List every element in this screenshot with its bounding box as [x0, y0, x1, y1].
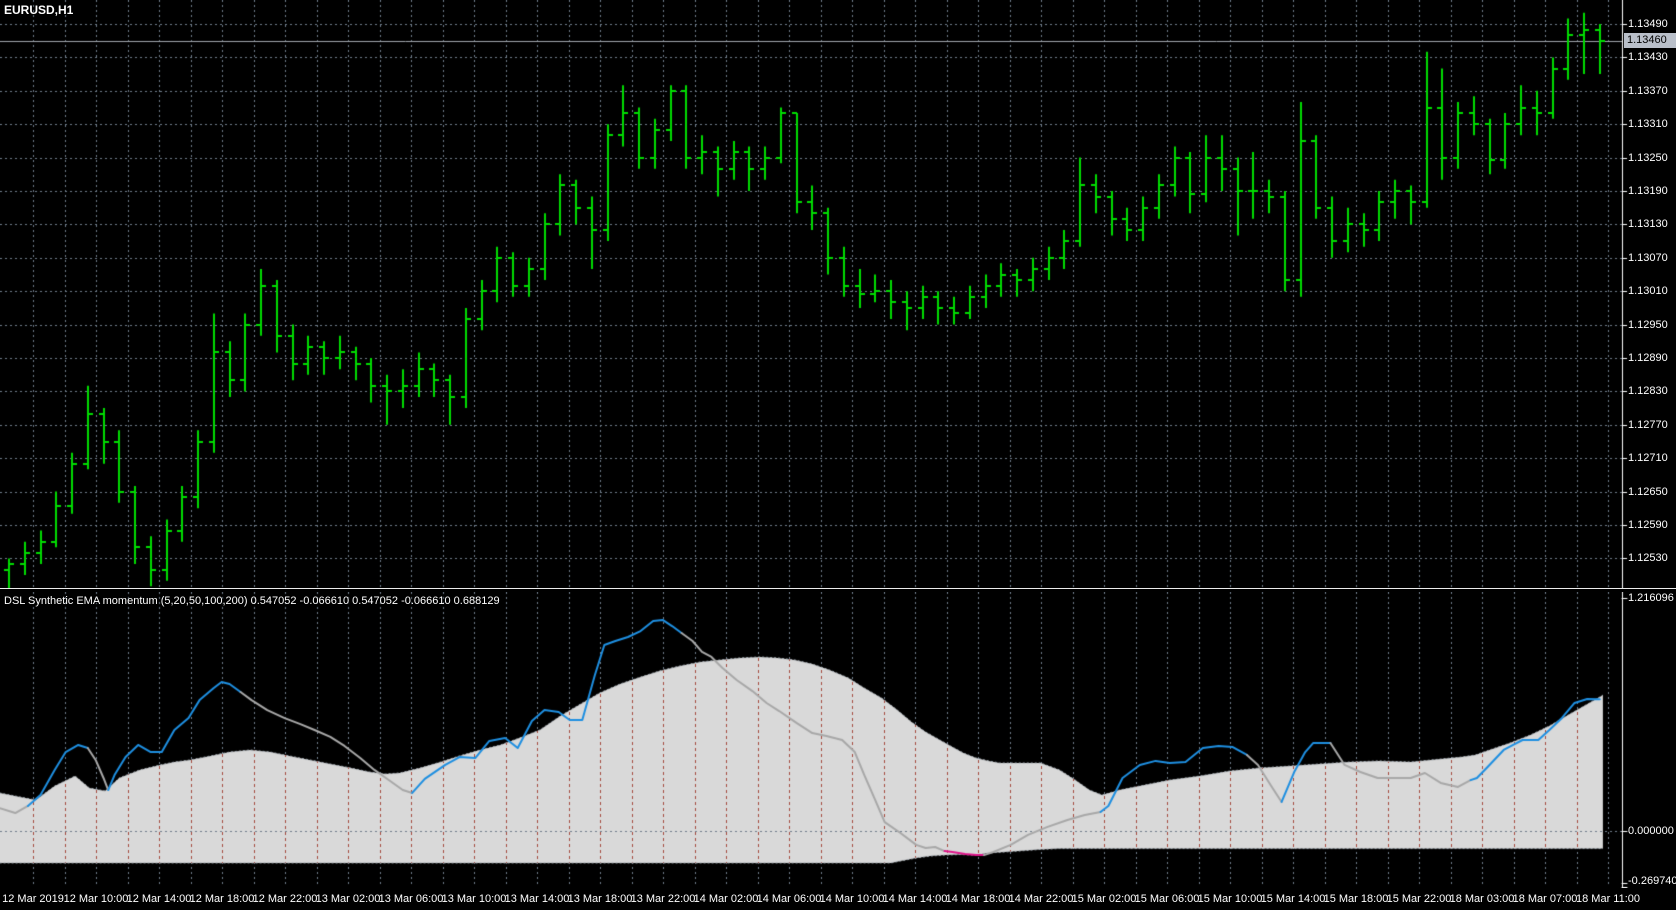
price-axis-label: 1.13070 [1628, 251, 1668, 264]
price-axis-label: 1.12950 [1628, 318, 1668, 331]
time-axis-label: 12 Mar 14:00 [126, 893, 192, 905]
price-axis-label: 1.13130 [1628, 218, 1668, 231]
price-axis-label: 1.13190 [1628, 185, 1668, 197]
time-axis-label: 15 Mar 10:00 [1197, 893, 1263, 905]
time-axis-label: 14 Mar 14:00 [882, 893, 948, 905]
symbol-period-title: EURUSD,H1 [4, 3, 74, 17]
price-axis-label: 1.12530 [1628, 552, 1668, 565]
time-axis-label: 12 Mar 18:00 [189, 893, 255, 905]
price-axis-label: 1.13490 [1628, 18, 1668, 30]
time-axis-label: 15 Mar 22:00 [1386, 893, 1452, 905]
price-axis-label: 1.13430 [1628, 51, 1668, 64]
indicator-title: DSL Synthetic EMA momentum (5,20,50,100,… [4, 595, 500, 607]
time-axis-label: 14 Mar 06:00 [756, 893, 822, 905]
price-axis-label: 1.13310 [1628, 118, 1668, 131]
price-axis-label: 1.12830 [1628, 385, 1668, 398]
time-axis-label: 13 Mar 02:00 [315, 893, 381, 905]
indicator-axis-label: 1.216096 [1628, 592, 1674, 605]
time-axis[interactable]: 12 Mar 2019 12 Mar 10:00 12 Mar 14:00 12 Ma… [0, 888, 1676, 910]
indicator-pane-canvas[interactable] [0, 592, 1676, 888]
time-axis-label: 12 Mar 10:00 [63, 893, 129, 905]
time-axis-label: 18 Mar 11:00 [1575, 893, 1641, 905]
price-axis-label: 1.13370 [1628, 84, 1668, 97]
time-axis-label: 15 Mar 14:00 [1260, 893, 1326, 905]
time-axis-label: 13 Mar 22:00 [630, 893, 696, 905]
price-axis-label: 1.12650 [1628, 485, 1668, 498]
time-axis-label: 13 Mar 06:00 [378, 893, 444, 905]
time-axis-label: 12 Mar 2019 [2, 893, 64, 905]
price-axis-label: 1.13250 [1628, 151, 1668, 164]
time-axis-label: 12 Mar 22:00 [252, 893, 318, 905]
time-axis-label: 13 Mar 18:00 [567, 893, 633, 905]
indicator-axis-label: -0.269740 [1628, 875, 1676, 887]
time-axis-label: 18 Mar 03:00 [1449, 893, 1515, 905]
chart-window: EURUSD,H1 DSL Synthetic EMA momentum (5,… [0, 0, 1676, 910]
time-axis-label: 15 Mar 06:00 [1134, 893, 1200, 905]
time-axis-label: 15 Mar 02:00 [1071, 893, 1137, 905]
indicator-axis-label: 0.000000 [1628, 825, 1674, 838]
time-axis-label: 13 Mar 14:00 [504, 893, 570, 905]
time-axis-label: 18 Mar 07:00 [1512, 893, 1578, 905]
price-axis-label: 1.13010 [1628, 285, 1668, 298]
time-axis-label: 15 Mar 18:00 [1323, 893, 1389, 905]
current-price-tag: 1.13460 [1624, 33, 1676, 48]
price-axis-label: 1.12890 [1628, 352, 1668, 364]
time-axis-label: 13 Mar 10:00 [441, 893, 507, 905]
time-axis-label: 14 Mar 18:00 [945, 893, 1011, 905]
price-axis-label: 1.12590 [1628, 519, 1668, 531]
price-axis-label: 1.12710 [1628, 452, 1668, 465]
time-axis-label: 14 Mar 10:00 [819, 893, 885, 905]
price-axis-label: 1.12770 [1628, 418, 1668, 431]
time-axis-label: 14 Mar 02:00 [693, 893, 759, 905]
main-price-chart-canvas[interactable] [0, 0, 1676, 588]
time-axis-label: 14 Mar 22:00 [1008, 893, 1074, 905]
